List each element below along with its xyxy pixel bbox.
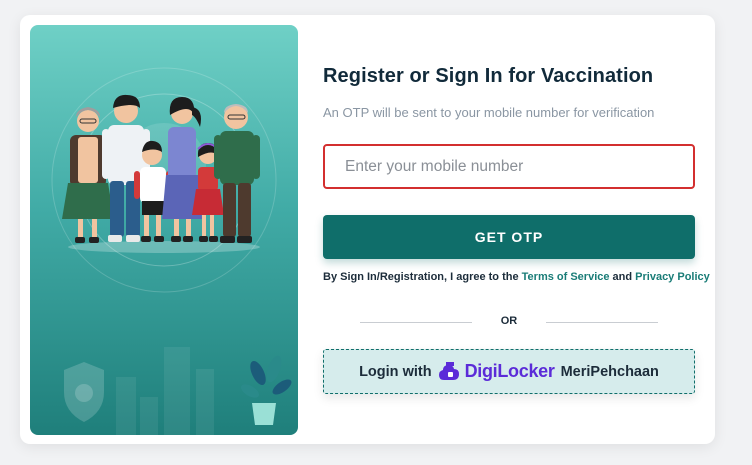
or-separator: OR xyxy=(500,315,518,327)
page-title: Register or Sign In for Vaccination xyxy=(323,65,654,87)
digilocker-logo: DigiLocker xyxy=(438,360,555,384)
login-with-label: Login with xyxy=(359,363,432,380)
terms-and: and xyxy=(609,271,636,283)
digilocker-cloud-icon xyxy=(438,361,459,380)
plant-icon xyxy=(240,355,292,425)
digilocker-brand: DigiLocker xyxy=(464,361,555,381)
terms-text: By Sign In/Registration, I agree to the … xyxy=(323,271,710,283)
divider-right xyxy=(546,322,658,323)
page-subtitle: An OTP will be sent to your mobile numbe… xyxy=(323,105,655,120)
mobile-number-input[interactable] xyxy=(323,144,695,189)
digilocker-login-button[interactable]: Login with DigiLocker MeriPehchaan xyxy=(323,349,695,394)
divider-left xyxy=(360,322,472,323)
login-card: Register or Sign In for Vaccination An O… xyxy=(20,15,715,444)
family-illustration xyxy=(30,25,298,435)
shield-icon xyxy=(64,362,104,422)
terms-of-service-link[interactable]: Terms of Service xyxy=(522,271,610,283)
meripehchaan-label: MeriPehchaan xyxy=(560,363,659,380)
get-otp-button[interactable]: GET OTP xyxy=(323,215,695,259)
privacy-policy-link[interactable]: Privacy Policy xyxy=(635,271,710,283)
terms-prefix: By Sign In/Registration, I agree to the xyxy=(323,271,522,283)
